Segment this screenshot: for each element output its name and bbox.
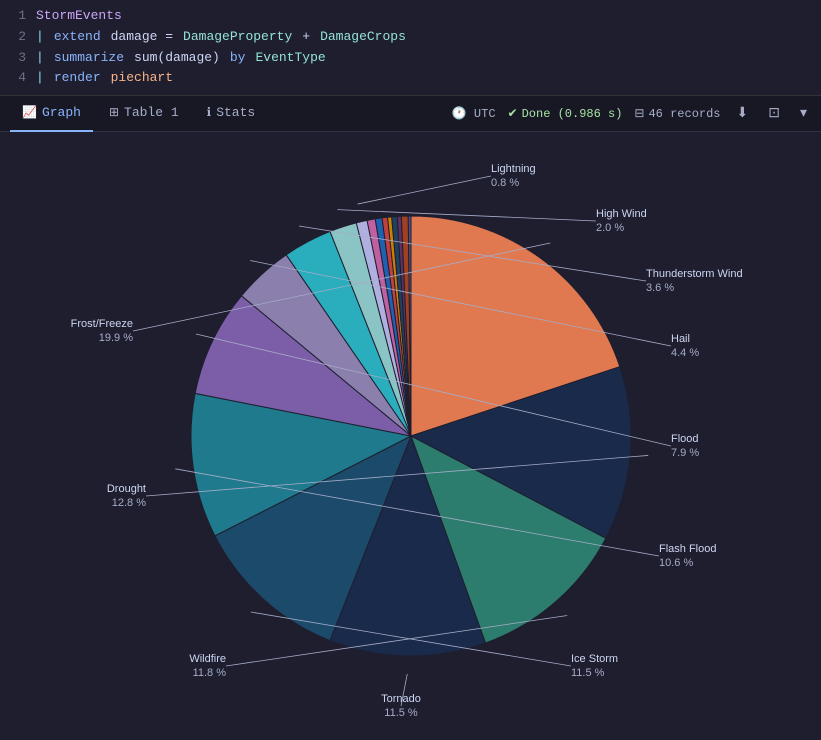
records-count: 46 records — [648, 107, 720, 121]
svg-text:Flood: Flood — [671, 433, 699, 445]
toolbar-right: 🕐 UTC ✔ Done (0.986 s) ⊟ 46 records ⬇ ⊡ … — [452, 103, 811, 124]
tab-stats[interactable]: ℹ Stats — [195, 96, 268, 132]
code-token: | — [36, 68, 44, 89]
expand-button[interactable]: ⊡ — [764, 103, 784, 124]
svg-text:11.5 %: 11.5 % — [571, 667, 605, 679]
code-token: by — [230, 48, 246, 69]
svg-text:10.6 %: 10.6 % — [659, 557, 693, 569]
code-token: render — [54, 68, 101, 89]
svg-text:Flash Flood: Flash Flood — [659, 543, 716, 555]
tab-graph[interactable]: 📈 Graph — [10, 96, 93, 132]
code-token: DamageCrops — [320, 27, 406, 48]
code-line-2: 2 | extend damage = DamageProperty + Dam… — [10, 27, 811, 48]
svg-text:Ice Storm: Ice Storm — [571, 653, 618, 665]
code-token: extend — [54, 27, 101, 48]
pie-chart-svg: Lightning 0.8 % High Wind 2.0 % Thunderstorm… — [71, 156, 751, 716]
code-token: + — [302, 27, 310, 48]
svg-text:Lightning: Lightning — [491, 163, 536, 175]
records-badge: ⊟ 46 records — [634, 106, 720, 121]
svg-text:0.8 %: 0.8 % — [491, 177, 519, 189]
svg-text:19.9 %: 19.9 % — [98, 332, 132, 344]
svg-text:12.8 %: 12.8 % — [111, 497, 145, 509]
svg-text:Wildfire: Wildfire — [189, 653, 226, 665]
tab-table[interactable]: ⊞ Table 1 — [97, 96, 191, 132]
timezone-label: 🕐 UTC — [452, 106, 496, 121]
code-token: | — [36, 27, 44, 48]
tab-table-label: Table 1 — [124, 105, 179, 120]
code-token: EventType — [255, 48, 325, 69]
svg-text:High Wind: High Wind — [596, 208, 647, 220]
code-editor: 1 StormEvents 2 | extend damage = Damage… — [0, 0, 821, 96]
svg-text:Thunderstorm Wind: Thunderstorm Wind — [646, 268, 743, 280]
code-line-4: 4 | render piechart — [10, 68, 811, 89]
svg-text:11.8 %: 11.8 % — [192, 667, 226, 679]
code-token: sum(damage) — [134, 48, 220, 69]
svg-text:Hail: Hail — [671, 333, 690, 345]
pie-slices — [191, 216, 631, 656]
line-number: 4 — [10, 68, 26, 89]
status-text: Done (0.986 s) — [522, 107, 623, 121]
stats-icon: ℹ — [207, 105, 212, 120]
graph-icon: 📈 — [22, 105, 37, 120]
result-toolbar: 📈 Graph ⊞ Table 1 ℹ Stats 🕐 UTC ✔ Done (… — [0, 96, 821, 132]
tab-stats-label: Stats — [216, 105, 255, 120]
svg-text:7.9 %: 7.9 % — [671, 447, 699, 459]
svg-text:Drought: Drought — [106, 483, 145, 495]
svg-text:4.4 %: 4.4 % — [671, 347, 699, 359]
svg-text:3.6 %: 3.6 % — [646, 282, 674, 294]
check-icon: ✔ — [508, 106, 518, 121]
code-line-1: 1 StormEvents — [10, 6, 811, 27]
code-line-3: 3 | summarize sum(damage) by EventType — [10, 48, 811, 69]
svg-text:11.5 %: 11.5 % — [384, 707, 418, 719]
svg-text:Tornado: Tornado — [381, 693, 421, 705]
chart-container: Lightning 0.8 % High Wind 2.0 % Thunderstorm… — [0, 132, 821, 740]
records-icon: ⊟ — [634, 106, 644, 121]
line-number: 2 — [10, 27, 26, 48]
line-number: 1 — [10, 6, 26, 27]
status-done: ✔ Done (0.986 s) — [508, 106, 623, 121]
code-token: | — [36, 48, 44, 69]
svg-text:2.0 %: 2.0 % — [596, 222, 624, 234]
download-button[interactable]: ⬇ — [733, 103, 753, 124]
table-icon: ⊞ — [109, 105, 119, 120]
line-number: 3 — [10, 48, 26, 69]
tab-graph-label: Graph — [42, 105, 81, 120]
code-token: piechart — [111, 68, 173, 89]
svg-text:Frost/Freeze: Frost/Freeze — [70, 318, 132, 330]
code-token: StormEvents — [36, 6, 122, 27]
more-button[interactable]: ▾ — [796, 103, 811, 124]
code-token: summarize — [54, 48, 124, 69]
code-token: damage = — [111, 27, 173, 48]
code-token: DamageProperty — [183, 27, 292, 48]
